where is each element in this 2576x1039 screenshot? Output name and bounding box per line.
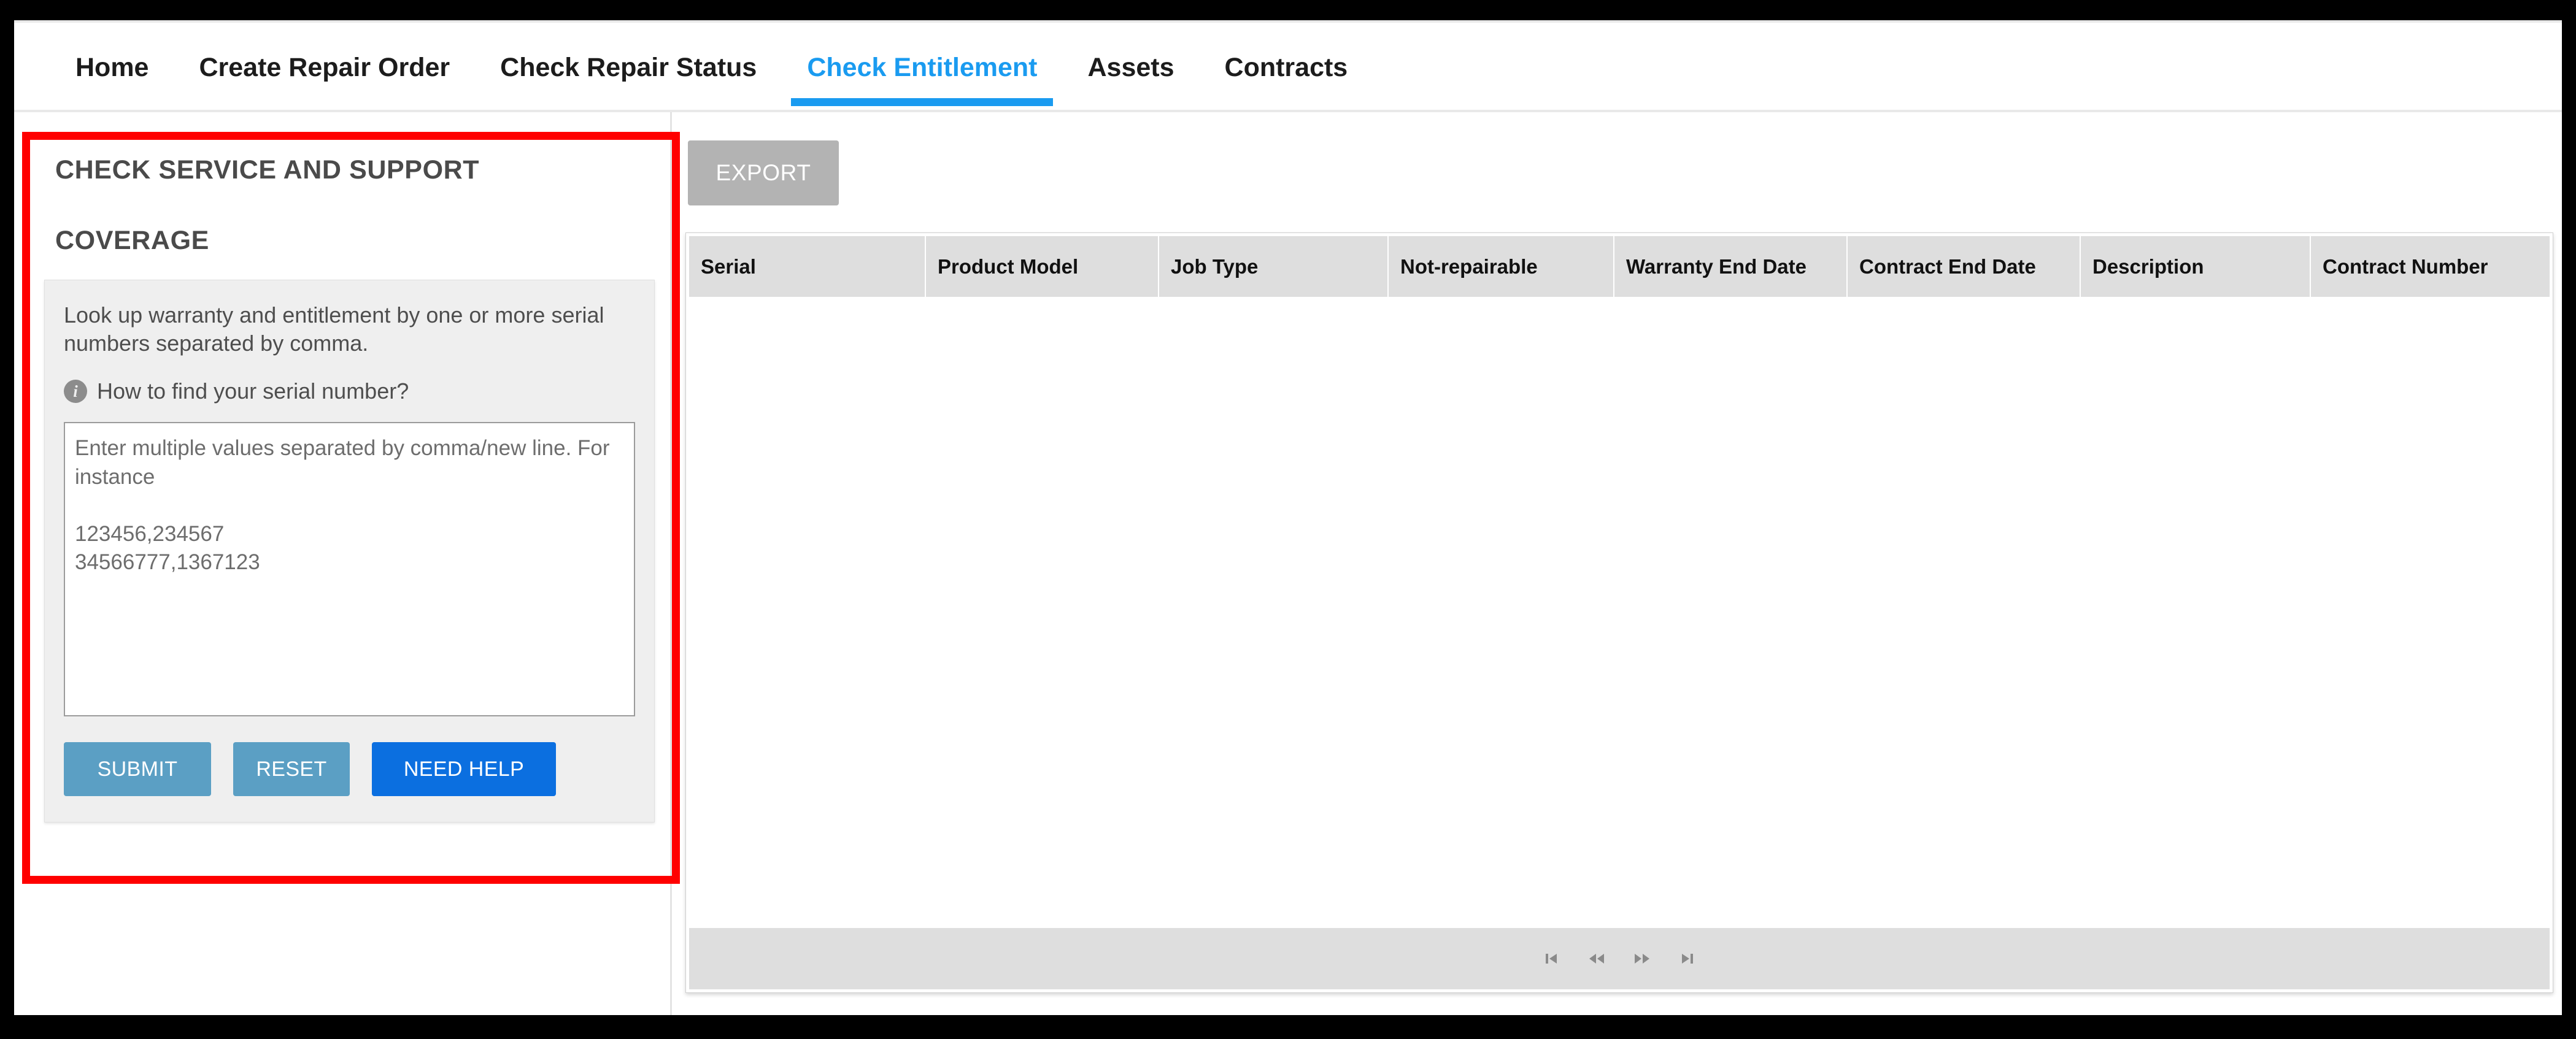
grid-column-header-serial[interactable]: Serial xyxy=(689,236,926,297)
panel-title-line-1: CHECK SERVICE AND SUPPORT xyxy=(55,155,480,185)
form-action-buttons: SUBMIT RESET NEED HELP xyxy=(64,742,635,797)
entitlement-results-grid: Serial Product Model Job Type Not-repairabl… xyxy=(685,232,2553,993)
grid-column-header-contract-end-date[interactable]: Contract End Date xyxy=(1848,236,2081,297)
grid-column-header-job-type[interactable]: Job Type xyxy=(1159,236,1389,297)
left-column: CHECK SERVICE AND SUPPORT COVERAGE Look … xyxy=(14,112,680,1015)
grid-column-header-product-model[interactable]: Product Model xyxy=(926,236,1159,297)
first-page-button[interactable] xyxy=(1529,940,1574,977)
main-navigation: Home Create Repair Order Check Repair Stat… xyxy=(14,20,2562,112)
content-area: CHECK SERVICE AND SUPPORT COVERAGE Look … xyxy=(14,112,2562,1015)
info-icon: i xyxy=(64,380,87,404)
screenshot-frame: Home Create Repair Order Check Repair Stat… xyxy=(0,0,2576,1039)
nav-item-check-entitlement[interactable]: Check Entitlement xyxy=(787,23,1057,112)
nav-item-home[interactable]: Home xyxy=(62,23,168,112)
previous-page-button[interactable] xyxy=(1574,940,1619,977)
grid-pagination-bar xyxy=(689,928,2550,989)
submit-button[interactable]: SUBMIT xyxy=(64,742,211,797)
grid-body-empty xyxy=(689,297,2550,928)
serial-numbers-input[interactable] xyxy=(64,422,635,717)
grid-column-header-contract-number[interactable]: Contract Number xyxy=(2311,236,2551,297)
last-page-button[interactable] xyxy=(1665,940,1710,977)
reset-button[interactable]: RESET xyxy=(233,742,350,797)
how-to-find-serial-link[interactable]: i How to find your serial number? xyxy=(64,378,409,404)
nav-item-check-repair-status[interactable]: Check Repair Status xyxy=(480,23,776,112)
grid-column-header-warranty-end-date[interactable]: Warranty End Date xyxy=(1614,236,1848,297)
nav-item-assets[interactable]: Assets xyxy=(1068,23,1194,112)
nav-item-create-repair-order[interactable]: Create Repair Order xyxy=(179,23,469,112)
serial-lookup-panel: Look up warranty and entitlement by one … xyxy=(44,280,655,823)
check-coverage-form: CHECK SERVICE AND SUPPORT COVERAGE Look … xyxy=(30,140,672,823)
panel-title-line-2: COVERAGE xyxy=(55,226,209,255)
how-to-find-serial-label: How to find your serial number? xyxy=(97,378,409,404)
need-help-button[interactable]: NEED HELP xyxy=(372,742,556,797)
application-page: Home Create Repair Order Check Repair Stat… xyxy=(14,20,2562,1015)
nav-item-contracts[interactable]: Contracts xyxy=(1205,23,1368,112)
grid-header-row: Serial Product Model Job Type Not-repairabl… xyxy=(689,236,2550,297)
nav-items-container: Home Create Repair Order Check Repair Stat… xyxy=(62,23,1378,110)
next-page-button[interactable] xyxy=(1619,940,1665,977)
grid-column-header-not-repairable[interactable]: Not-repairable xyxy=(1389,236,1614,297)
grid-column-header-description[interactable]: Description xyxy=(2081,236,2311,297)
form-description: Look up warranty and entitlement by one … xyxy=(64,302,604,356)
right-column: EXPORT Serial Product Model Job Type Not-re… xyxy=(672,112,2562,1015)
export-button[interactable]: EXPORT xyxy=(688,140,839,205)
